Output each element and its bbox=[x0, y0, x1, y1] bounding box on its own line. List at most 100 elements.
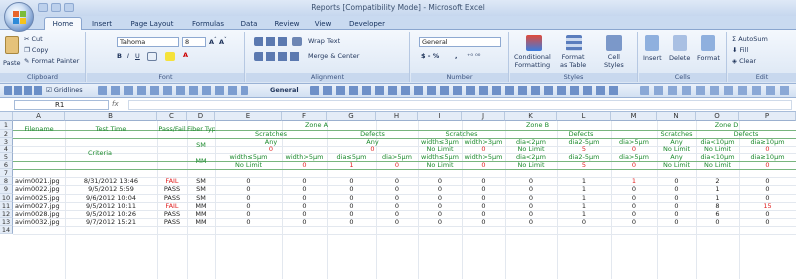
row-header-1[interactable]: 1 bbox=[0, 121, 13, 130]
toolbar-icons-left[interactable] bbox=[4, 86, 44, 95]
row-header-8[interactable]: 8 bbox=[0, 177, 13, 185]
font-grow-button[interactable]: A˄ A˅ bbox=[209, 37, 227, 46]
row-header-2[interactable]: 2 bbox=[0, 130, 13, 138]
toolbar-icons-right[interactable] bbox=[310, 86, 620, 95]
crit-limit[interactable]: No Limit bbox=[696, 161, 739, 169]
crit-limit[interactable]: 0 bbox=[611, 161, 657, 169]
table-cell[interactable]: 0 bbox=[418, 185, 462, 194]
table-cell[interactable]: avim0022.jpg bbox=[13, 185, 65, 194]
column-header-f[interactable]: F bbox=[282, 112, 327, 121]
crit[interactable]: Any bbox=[657, 138, 696, 146]
column-header-g[interactable]: G bbox=[327, 112, 376, 121]
table-cell[interactable]: 0 bbox=[327, 194, 376, 202]
crit-limit[interactable]: 0 bbox=[462, 161, 505, 169]
crit-limit[interactable]: 0 bbox=[376, 161, 418, 169]
table-cell[interactable]: 0 bbox=[418, 177, 462, 185]
table-cell[interactable]: 9/5/2012 10:26 bbox=[65, 210, 157, 218]
table-cell[interactable]: 0 bbox=[282, 210, 327, 218]
table-cell[interactable]: 0 bbox=[282, 177, 327, 185]
crit[interactable]: dia>5µm bbox=[611, 153, 657, 161]
column-header-j[interactable]: J bbox=[462, 112, 505, 121]
table-cell[interactable]: 0 bbox=[657, 210, 696, 218]
crit-limit[interactable]: No Limit bbox=[418, 161, 462, 169]
select-all-corner[interactable] bbox=[0, 112, 13, 121]
table-cell[interactable]: 0 bbox=[462, 218, 505, 226]
table-cell[interactable]: 0 bbox=[376, 185, 418, 194]
table-cell[interactable]: 0 bbox=[215, 202, 282, 210]
format-painter-button[interactable]: ✎ Format Painter bbox=[24, 57, 79, 65]
crit[interactable]: dia<10µm bbox=[696, 153, 739, 161]
table-cell[interactable]: 9/5/2012 5:59 bbox=[65, 185, 157, 194]
crit-limit[interactable]: 0 bbox=[739, 146, 796, 153]
table-cell[interactable]: avim0021.jpg bbox=[13, 177, 65, 185]
conditional-formatting-button[interactable]: Conditional Formatting bbox=[514, 53, 551, 69]
table-cell[interactable]: 0 bbox=[739, 185, 796, 194]
table-cell[interactable]: 0 bbox=[418, 202, 462, 210]
table-cell[interactable]: 0 bbox=[376, 177, 418, 185]
format-button[interactable]: Format bbox=[697, 54, 720, 62]
table-cell[interactable]: 15 bbox=[739, 202, 796, 210]
toolbar-icons-far[interactable] bbox=[640, 86, 790, 95]
header-filename[interactable]: Filename bbox=[13, 121, 65, 138]
tab-review[interactable]: Review bbox=[270, 18, 304, 30]
table-cell[interactable]: 0 bbox=[418, 218, 462, 226]
table-cell[interactable]: 0 bbox=[376, 202, 418, 210]
wrap-text-button[interactable]: Wrap Text bbox=[308, 37, 340, 45]
delete-button[interactable]: Delete bbox=[669, 54, 690, 62]
column-header-k[interactable]: K bbox=[505, 112, 557, 121]
row-header-12[interactable]: 12 bbox=[0, 210, 13, 218]
tab-data[interactable]: Data bbox=[236, 18, 262, 30]
crit[interactable]: dia<2µm bbox=[505, 138, 557, 146]
bold-button[interactable]: B bbox=[117, 52, 122, 60]
table-cell[interactable]: 9/6/2012 10:04 bbox=[65, 194, 157, 202]
cut-button[interactable]: ✂ Cut bbox=[24, 35, 43, 43]
cell-styles-button[interactable]: Cell Styles bbox=[604, 53, 624, 69]
tab-developer[interactable]: Developer bbox=[342, 18, 392, 30]
table-cell[interactable]: 0 bbox=[611, 202, 657, 210]
table-cell[interactable]: SM bbox=[187, 194, 215, 202]
paste-button[interactable]: Paste bbox=[3, 59, 21, 67]
table-cell[interactable]: MM bbox=[187, 202, 215, 210]
format-as-table-button[interactable]: Format as Table bbox=[560, 53, 586, 69]
tab-formulas[interactable]: Formulas bbox=[186, 18, 230, 30]
table-cell[interactable]: 8 bbox=[696, 202, 739, 210]
table-cell[interactable]: 0 bbox=[376, 210, 418, 218]
zone-a-scratches[interactable]: Scratches bbox=[215, 130, 327, 138]
table-cell[interactable]: SM bbox=[187, 177, 215, 185]
crit[interactable]: dia2-5µm bbox=[557, 138, 611, 146]
font-name-select[interactable]: Tahoma bbox=[117, 37, 179, 47]
row-header-11[interactable]: 11 bbox=[0, 202, 13, 210]
row-header-4[interactable]: 4 bbox=[0, 146, 13, 153]
column-header-h[interactable]: H bbox=[376, 112, 418, 121]
crit-limit[interactable]: No Limit bbox=[215, 161, 282, 169]
crit-limit[interactable]: 0 bbox=[327, 146, 418, 153]
table-cell[interactable]: 0 bbox=[739, 194, 796, 202]
column-header-l[interactable]: L bbox=[557, 112, 611, 121]
table-cell[interactable]: 0 bbox=[739, 218, 796, 226]
crit-limit[interactable]: No Limit bbox=[505, 146, 557, 153]
table-cell[interactable]: 0 bbox=[611, 218, 657, 226]
name-box[interactable]: R1 bbox=[14, 100, 109, 110]
crit[interactable]: dia>5µm bbox=[611, 138, 657, 146]
tab-page-layout[interactable]: Page Layout bbox=[124, 18, 180, 30]
underline-button[interactable]: U bbox=[135, 52, 140, 60]
table-cell[interactable]: 0 bbox=[462, 194, 505, 202]
zone-d-scratches[interactable]: Scratches bbox=[657, 130, 696, 138]
table-cell[interactable]: 1 bbox=[696, 185, 739, 194]
fill-button[interactable]: ⬇ Fill bbox=[732, 46, 748, 54]
crit-limit[interactable]: 1 bbox=[327, 161, 376, 169]
column-header-b[interactable]: B bbox=[65, 112, 157, 121]
table-cell[interactable]: 0 bbox=[327, 202, 376, 210]
table-cell[interactable]: avim0025.jpg bbox=[13, 194, 65, 202]
zone-a-defects[interactable]: Defects bbox=[327, 130, 418, 138]
table-cell[interactable]: 0 bbox=[657, 185, 696, 194]
table-cell[interactable]: 0 bbox=[557, 218, 611, 226]
table-cell[interactable]: 6 bbox=[696, 210, 739, 218]
table-cell[interactable]: PASS bbox=[157, 210, 187, 218]
crit[interactable]: width>5µm bbox=[282, 153, 327, 161]
format-cells-icon[interactable] bbox=[701, 35, 715, 51]
table-cell[interactable]: 0 bbox=[505, 210, 557, 218]
insert-button[interactable]: Insert bbox=[643, 54, 662, 62]
gridlines-toggle[interactable]: ☑ Gridlines bbox=[46, 86, 83, 94]
column-header-m[interactable]: M bbox=[611, 112, 657, 121]
